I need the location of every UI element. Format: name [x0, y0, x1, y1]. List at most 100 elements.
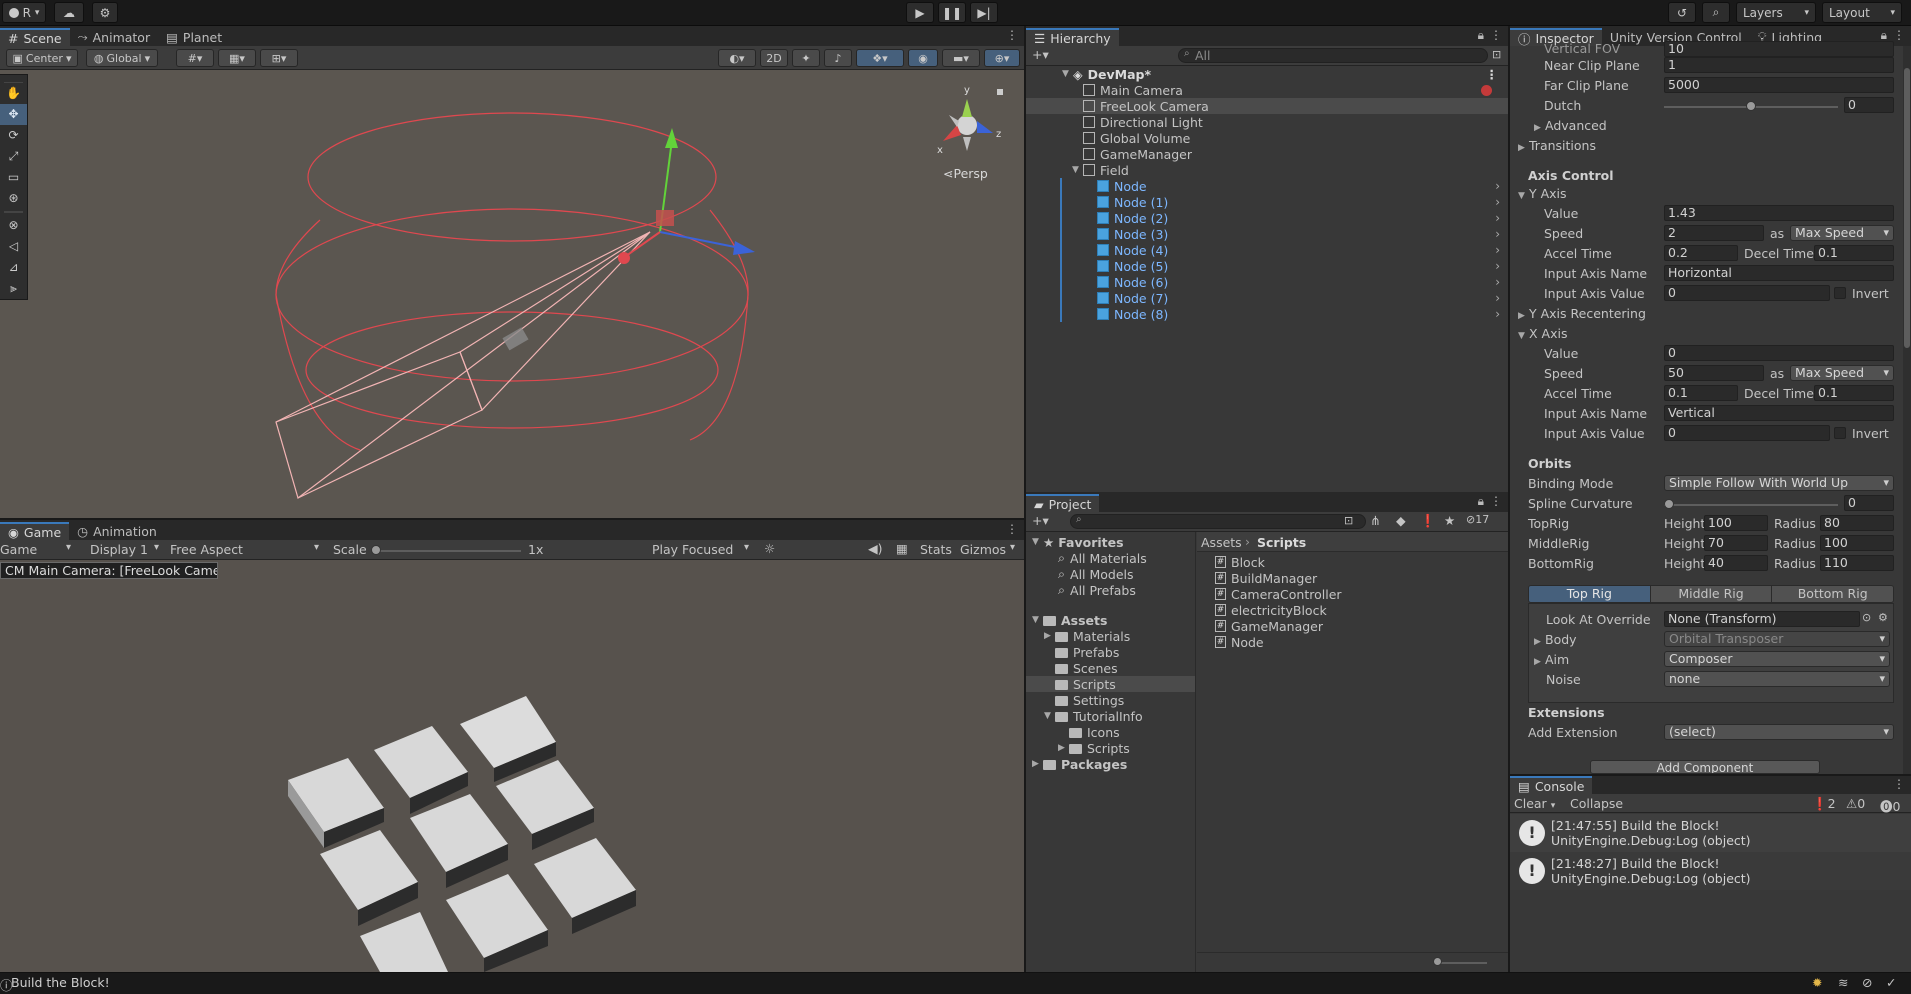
script-file[interactable]: # CameraController — [1197, 586, 1508, 602]
grid-visibility-button[interactable]: ▦▾ — [218, 49, 256, 67]
tab-game[interactable]: ◉ Game — [0, 522, 70, 540]
scale-slider-knob[interactable] — [371, 545, 381, 555]
expand-arrow-icon[interactable]: ▼ — [1032, 615, 1043, 625]
hierarchy-item[interactable]: Node (7) › — [1026, 290, 1508, 306]
assets-folder[interactable]: ▼ Assets — [1026, 612, 1195, 628]
rig-height-field[interactable]: 100 — [1704, 515, 1768, 531]
status-message[interactable]: Build the Block! — [11, 975, 110, 990]
clear-dropdown[interactable]: Clear ▾ — [1514, 796, 1555, 811]
packages-folder[interactable]: ▶ Packages — [1026, 756, 1195, 772]
y-recentering-foldout[interactable]: ▶ Y Axis Recentering — [1518, 306, 1646, 321]
account-button[interactable]: R ▾ — [2, 2, 46, 23]
inspector-scrollbar[interactable] — [1903, 46, 1911, 774]
y-input-value-field[interactable]: 0 — [1664, 285, 1830, 301]
icon-size-knob[interactable] — [1433, 957, 1442, 966]
console-entry[interactable]: ! [21:47:55] Build the Block! UnityEngine.… — [1510, 814, 1911, 852]
display-dropdown[interactable]: Display 1 ▾ — [90, 542, 159, 557]
asset-folder[interactable]: Settings — [1026, 692, 1195, 708]
collab-button[interactable]: ⚙ — [92, 2, 118, 23]
asset-folder[interactable]: ▶ Scripts — [1026, 740, 1195, 756]
bug-icon[interactable]: ☼ — [764, 541, 775, 556]
y-decel-field[interactable]: 0.1 — [1814, 245, 1894, 261]
expand-arrow-icon[interactable]: ▶ — [1058, 743, 1069, 753]
create-asset-dropdown[interactable]: +▾ — [1032, 513, 1049, 528]
filter-log-icon[interactable]: ❗ — [1420, 513, 1436, 529]
move-plane-handle[interactable] — [656, 210, 674, 226]
aim-dropdown[interactable]: Composer — [1664, 651, 1890, 667]
spline-curvature-field[interactable]: 0 — [1844, 495, 1894, 511]
x-decel-field[interactable]: 0.1 — [1814, 385, 1894, 401]
more-menu-icon[interactable]: ⋮ — [1490, 28, 1502, 42]
script-file[interactable]: # GameManager — [1197, 618, 1508, 634]
advanced-foldout[interactable]: ▶ Advanced — [1534, 118, 1607, 133]
expand-arrow-icon[interactable]: ▼ — [1044, 711, 1055, 721]
expand-arrow-icon[interactable]: ▶ — [1044, 631, 1055, 641]
body-foldout[interactable]: ▶ Body — [1534, 632, 1577, 647]
y-speed-field[interactable]: 2 — [1664, 225, 1764, 241]
hierarchy-search-input[interactable]: All — [1178, 48, 1488, 63]
script-file[interactable]: # Block — [1197, 554, 1508, 570]
audio-toggle[interactable]: ♪ — [824, 49, 852, 67]
hierarchy-item[interactable]: Main Camera — [1026, 82, 1508, 98]
favorite-star-icon[interactable]: ★ — [1444, 513, 1455, 528]
more-menu-icon[interactable]: ⋮ — [1490, 494, 1502, 508]
hierarchy-item[interactable]: Node (3) › — [1026, 226, 1508, 242]
move-handle-z-cone[interactable] — [733, 241, 755, 255]
search-button[interactable]: ⌕ — [1702, 2, 1730, 23]
warning-filter-toggle[interactable]: ⚠0 — [1846, 796, 1865, 811]
move-handle-y-cone[interactable] — [665, 128, 678, 148]
y-value-field[interactable]: 1.43 — [1664, 205, 1894, 221]
expand-arrow-icon[interactable]: ▼ — [1072, 165, 1083, 175]
project-search-input[interactable] — [1070, 514, 1366, 529]
rig-height-field[interactable]: 40 — [1704, 555, 1768, 571]
hierarchy-item[interactable]: ▼ Field — [1026, 162, 1508, 178]
hierarchy-item[interactable]: Node (1) › — [1026, 194, 1508, 210]
aspect-dropdown[interactable]: Free Aspect ▾ — [170, 542, 319, 557]
far-clip-field[interactable]: 5000 — [1664, 77, 1894, 93]
aim-foldout[interactable]: ▶ Aim — [1534, 652, 1569, 667]
asset-folder[interactable]: Icons — [1026, 724, 1195, 740]
y-input-name-field[interactable]: Horizontal — [1664, 265, 1894, 281]
chevron-right-icon[interactable]: › — [1495, 291, 1500, 305]
rig-tab-bottom[interactable]: Bottom Rig — [1771, 586, 1893, 602]
step-button[interactable]: ▶| — [970, 2, 998, 23]
more-menu-icon[interactable]: ⋮ — [1893, 777, 1905, 791]
lighting-toggle[interactable]: ✦ — [792, 49, 820, 67]
cloud-button[interactable]: ☁ — [54, 2, 84, 23]
chevron-right-icon[interactable]: › — [1495, 259, 1500, 273]
more-menu-icon[interactable]: ⋮ — [1006, 522, 1018, 536]
tab-animator[interactable]: ⤳ Animator — [70, 28, 159, 46]
favorite-item[interactable]: ⌕ All Prefabs — [1026, 582, 1195, 598]
y-invert-checkbox[interactable] — [1834, 287, 1846, 299]
keyboard-icon[interactable]: ▦ — [896, 541, 908, 556]
spline-curvature-knob[interactable] — [1664, 499, 1674, 509]
x-axis-foldout[interactable]: ▼ X Axis — [1518, 326, 1567, 341]
hierarchy-item[interactable]: Node › — [1026, 178, 1508, 194]
target-dropdown[interactable]: Game ▾ — [0, 542, 71, 557]
tab-console[interactable]: ▤ Console — [1510, 776, 1593, 794]
chevron-right-icon[interactable]: › — [1495, 179, 1500, 193]
debug-icon[interactable]: ⊘ — [1862, 975, 1872, 990]
settings-icon[interactable]: ⚙ — [1878, 611, 1888, 624]
filter-label-icon[interactable]: ◆ — [1396, 513, 1406, 528]
space-mode-dropdown[interactable]: ◍ Global ▾ — [86, 49, 158, 67]
x-input-value-field[interactable]: 0 — [1664, 425, 1830, 441]
dutch-slider-knob[interactable] — [1746, 101, 1756, 111]
spline-curvature-slider[interactable] — [1664, 504, 1838, 506]
hierarchy-item[interactable]: Node (2) › — [1026, 210, 1508, 226]
y-accel-field[interactable]: 0.2 — [1664, 245, 1738, 261]
tab-scene[interactable]: # Scene — [0, 28, 70, 46]
breadcrumb-scripts[interactable]: Scripts — [1257, 535, 1306, 550]
console-entry[interactable]: ! [21:48:27] Build the Block! UnityEngine.… — [1510, 852, 1911, 890]
vertical-fov-field[interactable]: 10 — [1664, 41, 1894, 57]
transitions-foldout[interactable]: ▶ Transitions — [1518, 138, 1596, 153]
favorite-item[interactable]: ⌕ All Materials — [1026, 550, 1195, 566]
play-mode-dropdown[interactable]: Play Focused ▾ — [652, 542, 749, 557]
lock-icon[interactable]: 🔒︎ — [1478, 28, 1484, 43]
expand-arrow-icon[interactable]: ▼ — [1062, 69, 1073, 79]
script-file[interactable]: # electricityBlock — [1197, 602, 1508, 618]
create-dropdown[interactable]: +▾ — [1032, 47, 1049, 62]
more-menu-icon[interactable]: ⋮ — [1893, 28, 1905, 42]
tab-planet[interactable]: ▤ Planet — [158, 28, 230, 46]
search-scope-icon[interactable]: ⊡ — [1344, 514, 1353, 527]
